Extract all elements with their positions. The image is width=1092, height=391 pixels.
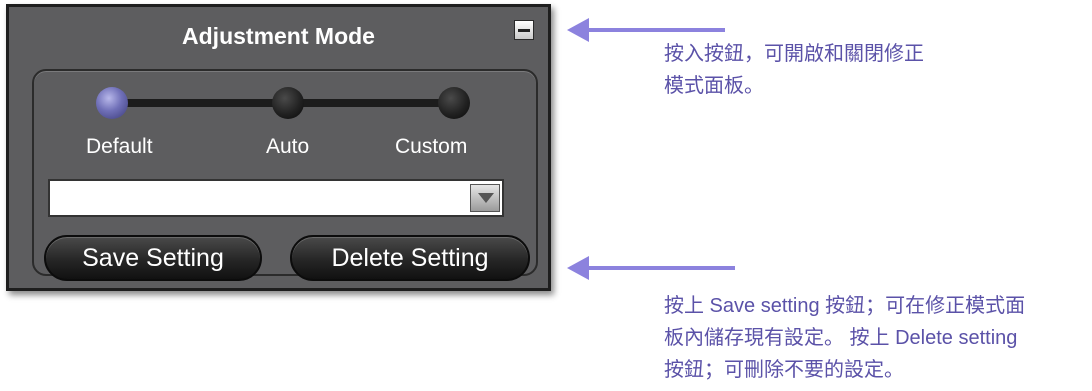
toggle-note-line2: 模式面板。: [664, 75, 764, 97]
toggle-note: 按入按鈕，可開啟和關閉修正 模式面板。: [664, 38, 924, 102]
minimize-icon[interactable]: [514, 20, 534, 40]
buttons-note-line2: 板內儲存現有設定。 按上 Delete setting: [664, 327, 1018, 349]
setting-dropdown[interactable]: [48, 179, 504, 217]
delete-setting-button[interactable]: Delete Setting: [290, 235, 530, 281]
mode-label-default: Default: [86, 135, 153, 158]
mode-controls: Default Auto Custom Save Setting Delete …: [32, 69, 538, 281]
mode-knob-default[interactable]: [96, 87, 128, 119]
save-setting-button[interactable]: Save Setting: [44, 235, 262, 281]
buttons-note: 按上 Save setting 按鈕；可在修正模式面 板內儲存現有設定。 按上 …: [664, 290, 1025, 386]
mode-label-custom: Custom: [395, 135, 468, 158]
adjustment-mode-panel: Adjustment Mode Default Auto Custom Save…: [6, 4, 551, 291]
chevron-down-icon[interactable]: [470, 184, 500, 212]
mode-knob-custom[interactable]: [438, 87, 470, 119]
arrow-toggle-callout: [567, 18, 725, 42]
panel-title: Adjustment Mode: [182, 23, 375, 49]
mode-knob-auto[interactable]: [272, 87, 304, 119]
toggle-note-line1: 按入按鈕，可開啟和關閉修正: [664, 43, 924, 65]
buttons-note-line3: 按鈕；可刪除不要的設定。: [664, 359, 904, 381]
arrow-buttons-callout: [567, 256, 735, 280]
buttons-note-line1: 按上 Save setting 按鈕；可在修正模式面: [664, 295, 1026, 317]
mode-label-auto: Auto: [266, 135, 310, 158]
